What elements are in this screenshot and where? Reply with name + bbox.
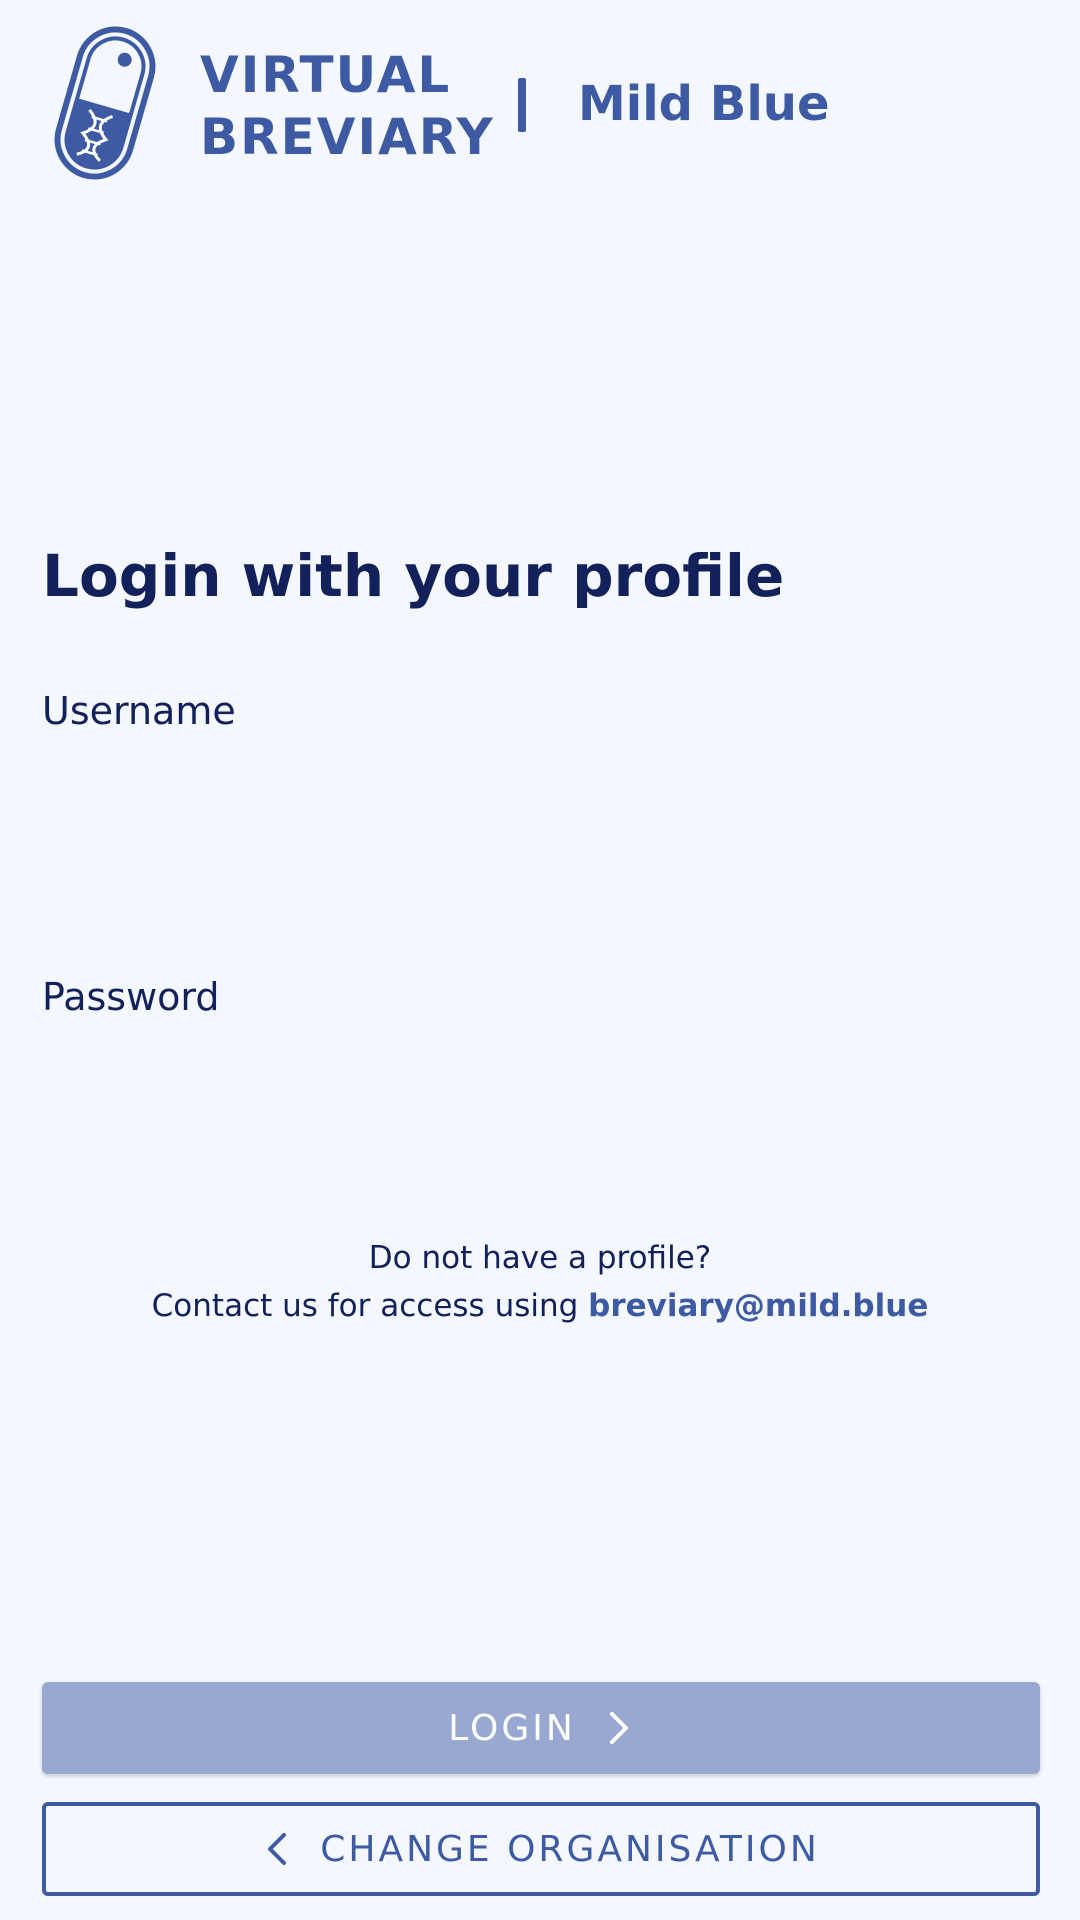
brand-name: VIRTUAL BREVIARY [200,44,495,168]
chevron-left-icon [268,1833,287,1865]
username-label: Username [42,689,236,733]
contact-info: Do not have a profile? Contact us for ac… [0,1234,1080,1330]
page-title: Login with your profile [42,542,785,610]
pill-dna-icon [54,26,156,180]
login-button[interactable]: LOGIN [42,1682,1040,1774]
app-header: VIRTUAL BREVIARY Mild Blue [0,0,1080,200]
login-button-label: LOGIN [448,1707,576,1749]
change-organisation-button[interactable]: CHANGE ORGANISATION [42,1802,1040,1896]
no-profile-text: Do not have a profile? [368,1240,712,1276]
brand-line-1: VIRTUAL [200,46,452,104]
change-organisation-label: CHANGE ORGANISATION [320,1828,820,1870]
contact-prefix-text: Contact us for access using [151,1288,589,1324]
username-input[interactable] [42,745,1038,825]
contact-line: Contact us for access using breviary@mil… [0,1282,1080,1330]
contact-email-link[interactable]: breviary@mild.blue [588,1288,928,1324]
chevron-right-icon [609,1712,628,1744]
password-label: Password [42,975,220,1019]
header-divider [518,78,526,132]
organisation-name: Mild Blue [578,76,830,132]
password-input[interactable] [42,1031,1038,1111]
brand-line-2: BREVIARY [200,108,495,166]
